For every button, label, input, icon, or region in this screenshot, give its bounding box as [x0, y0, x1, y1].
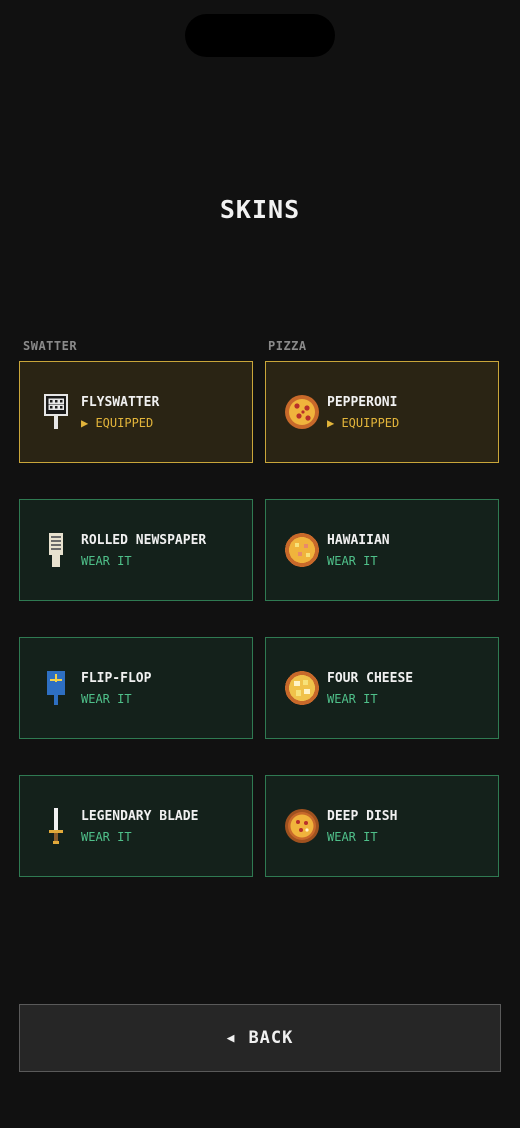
skin-status-equipped: ▶ EQUIPPED [327, 416, 400, 430]
skin-name: FLIP-FLOP [81, 671, 152, 686]
skin-card-hawaiian[interactable]: HAWAIIAN WEAR IT [265, 499, 499, 601]
skin-card-pepperoni[interactable]: PEPPERONI ▶ EQUIPPED [265, 361, 499, 463]
wear-it-button[interactable]: WEAR IT [327, 554, 378, 568]
newspaper-icon [36, 530, 76, 570]
wear-it-button[interactable]: WEAR IT [81, 554, 132, 568]
back-button[interactable]: ◀ BACK [19, 1004, 501, 1072]
skin-name: ROLLED NEWSPAPER [81, 533, 207, 548]
skin-card-rolled-newspaper[interactable]: ROLLED NEWSPAPER WEAR IT [19, 499, 253, 601]
skin-name: FLYSWATTER [81, 395, 160, 410]
device-notch [185, 14, 335, 57]
skin-name: LEGENDARY BLADE [81, 809, 199, 824]
page-title: SKINS [219, 195, 301, 224]
deep-dish-pizza-icon [282, 806, 322, 846]
swatter-column-header: SWATTER [23, 339, 78, 353]
wear-it-button[interactable]: WEAR IT [327, 692, 378, 706]
back-arrow-icon: ◀ [226, 1030, 235, 1046]
back-button-label: BACK [248, 1028, 294, 1048]
skin-card-deep-dish[interactable]: DEEP DISH WEAR IT [265, 775, 499, 877]
skin-card-flip-flop[interactable]: FLIP-FLOP WEAR IT [19, 637, 253, 739]
pepperoni-pizza-icon [282, 392, 322, 432]
wear-it-button[interactable]: WEAR IT [81, 692, 132, 706]
wear-it-button[interactable]: WEAR IT [81, 830, 132, 844]
skin-card-flyswatter[interactable]: FLYSWATTER ▶ EQUIPPED [19, 361, 253, 463]
four-cheese-pizza-icon [282, 668, 322, 708]
sword-icon [36, 806, 76, 846]
skin-name: FOUR CHEESE [327, 671, 414, 686]
skin-card-four-cheese[interactable]: FOUR CHEESE WEAR IT [265, 637, 499, 739]
skin-name: PEPPERONI [327, 395, 398, 410]
skin-name: DEEP DISH [327, 809, 398, 824]
hawaiian-pizza-icon [282, 530, 322, 570]
wear-it-button[interactable]: WEAR IT [327, 830, 378, 844]
pizza-column-header: PIZZA [268, 339, 307, 353]
skin-card-legendary-blade[interactable]: LEGENDARY BLADE WEAR IT [19, 775, 253, 877]
skin-status-equipped: ▶ EQUIPPED [81, 416, 154, 430]
flyswatter-icon [36, 392, 76, 432]
skin-name: HAWAIIAN [327, 533, 390, 548]
flip-flop-icon [36, 668, 76, 708]
